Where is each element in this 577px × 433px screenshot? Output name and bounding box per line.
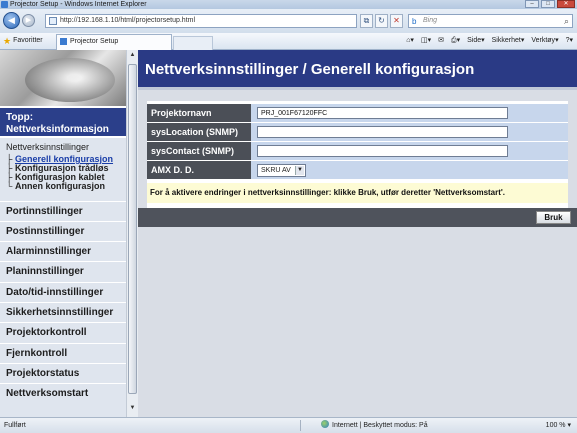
row-projector-name: Projektornavn	[147, 104, 568, 122]
tab-title: Projector Setup	[70, 38, 119, 45]
back-button[interactable]: ◀	[3, 12, 20, 29]
window-title: Projector Setup - Windows Internet Explo…	[10, 1, 147, 8]
row-amx: AMX D. D. SKRU AV ▼	[147, 161, 568, 179]
sidebar-section-title: Nettverksinnstillinger	[6, 142, 90, 152]
top-network-info-link[interactable]: Topp: Nettverksinformasjon	[0, 106, 126, 138]
amx-select-value: SKRU AV	[261, 167, 291, 174]
sys-contact-label: sysContact (SNMP)	[147, 142, 251, 160]
tab-projector-setup[interactable]: Projector Setup	[56, 34, 172, 50]
ie-icon	[1, 1, 8, 8]
sidebar-item-other-config[interactable]: └ Annen konfigurasjon	[6, 182, 105, 191]
status-bar: Fullført Internett | Beskyttet modus: På…	[0, 417, 577, 433]
sys-location-input[interactable]	[257, 126, 508, 138]
mail-icon[interactable]: ✉	[438, 36, 444, 46]
safety-menu[interactable]: Sikkerhet▾	[492, 36, 525, 46]
tools-menu[interactable]: Verktøy▾	[531, 36, 558, 46]
sidebar-item-alarm-settings[interactable]: Alarminnstillinger	[0, 241, 126, 262]
amx-label: AMX D. D.	[147, 161, 251, 179]
favorites-label: Favoritter	[13, 37, 43, 44]
sidebar-item-schedule-settings[interactable]: Planinnstillinger	[0, 261, 126, 282]
scroll-up-icon[interactable]: ▲	[128, 52, 137, 62]
address-toolbar: ◀ ▶ http://192.168.1.10/html/projectorse…	[0, 9, 577, 33]
address-url: http://192.168.1.10/html/projectorsetup.…	[60, 17, 196, 24]
status-text: Fullført	[4, 422, 26, 429]
new-tab-button[interactable]	[173, 36, 213, 50]
address-buttons: ⧉ ↻ ✕	[360, 14, 403, 28]
address-bar[interactable]: http://192.168.1.10/html/projectorsetup.…	[45, 14, 357, 28]
sidebar-item-network-restart[interactable]: Nettverksomstart	[0, 383, 126, 404]
stop-icon[interactable]: ✕	[390, 14, 403, 28]
refresh-icon[interactable]: ↻	[375, 14, 388, 28]
sidebar-item-date-time-settings[interactable]: Dato/tid-innstillinger	[0, 282, 126, 303]
sidebar-scrollbar[interactable]: ▲ ▼	[126, 50, 138, 417]
maximize-button[interactable]: □	[541, 0, 555, 8]
amx-select[interactable]: SKRU AV ▼	[257, 164, 306, 177]
sidebar-item-projector-control[interactable]: Projektorkontroll	[0, 322, 126, 343]
sidebar-image	[0, 50, 126, 106]
page-menu[interactable]: Side▾	[467, 36, 485, 46]
apply-button[interactable]: Bruk	[536, 211, 571, 224]
help-icon[interactable]: ?▾	[566, 36, 573, 46]
settings-form: Projektornavn sysLocation (SNMP) sysCont…	[147, 101, 568, 211]
chevron-down-icon: ▼	[295, 166, 304, 175]
compatibility-icon[interactable]: ⧉	[360, 14, 373, 28]
sidebar-item-security-settings[interactable]: Sikkerhetsinnstillinger	[0, 302, 126, 323]
zoom-level[interactable]: 100 % ▾	[546, 418, 571, 433]
page-icon	[49, 17, 57, 25]
tab-icon	[60, 38, 67, 45]
sys-contact-input[interactable]	[257, 145, 508, 157]
notice-text: For å aktivere endringer i nettverksinns…	[147, 183, 568, 203]
page-title: Nettverksinnstillinger / Generell konfig…	[138, 50, 577, 90]
favorites-button[interactable]: ★ Favoritter	[3, 36, 43, 46]
scrollbar-thumb[interactable]	[128, 64, 137, 394]
row-sys-contact: sysContact (SNMP)	[147, 142, 568, 160]
main-content: Nettverksinnstillinger / Generell konfig…	[138, 50, 577, 417]
sidebar-item-remote-control[interactable]: Fjernkontroll	[0, 343, 126, 364]
favorites-bar: ★ Favoritter Projector Setup ⌂▾ ◫▾ ✉ ⎙▾ …	[0, 33, 577, 50]
projector-name-input[interactable]	[257, 107, 508, 119]
print-icon[interactable]: ⎙▾	[451, 36, 460, 46]
home-icon[interactable]: ⌂▾	[406, 36, 414, 46]
row-sys-location: sysLocation (SNMP)	[147, 123, 568, 141]
sidebar-item-mail-settings[interactable]: Postinnstillinger	[0, 221, 126, 242]
globe-icon	[321, 420, 329, 428]
search-placeholder: Bing	[423, 17, 438, 24]
search-input[interactable]: b Bing ⌕	[408, 14, 573, 28]
window-title-bar: Projector Setup - Windows Internet Explo…	[0, 0, 577, 9]
action-bar: Bruk	[138, 208, 577, 227]
command-bar: ⌂▾ ◫▾ ✉ ⎙▾ Side▾ Sikkerhet▾ Verktøy▾ ?▾	[406, 36, 573, 46]
feeds-icon[interactable]: ◫▾	[421, 36, 431, 46]
minimize-button[interactable]: –	[525, 0, 539, 8]
browser-window: Projector Setup - Windows Internet Explo…	[0, 0, 577, 433]
sidebar-item-port-settings[interactable]: Portinnstillinger	[0, 201, 126, 222]
bing-icon: b	[412, 17, 417, 26]
forward-button[interactable]: ▶	[22, 14, 35, 27]
star-icon: ★	[3, 36, 12, 46]
security-zone[interactable]: Internett | Beskyttet modus: På	[321, 418, 428, 433]
window-controls: – □ ✕	[525, 0, 575, 8]
sys-location-label: sysLocation (SNMP)	[147, 123, 251, 141]
scroll-down-icon[interactable]: ▼	[128, 405, 137, 415]
search-icon[interactable]: ⌕	[564, 15, 569, 27]
projector-name-label: Projektornavn	[147, 104, 251, 122]
sidebar-item-projector-status[interactable]: Projektorstatus	[0, 363, 126, 384]
sidebar: Topp: Nettverksinformasjon Nettverksinns…	[0, 50, 126, 417]
close-window-button[interactable]: ✕	[557, 0, 575, 8]
